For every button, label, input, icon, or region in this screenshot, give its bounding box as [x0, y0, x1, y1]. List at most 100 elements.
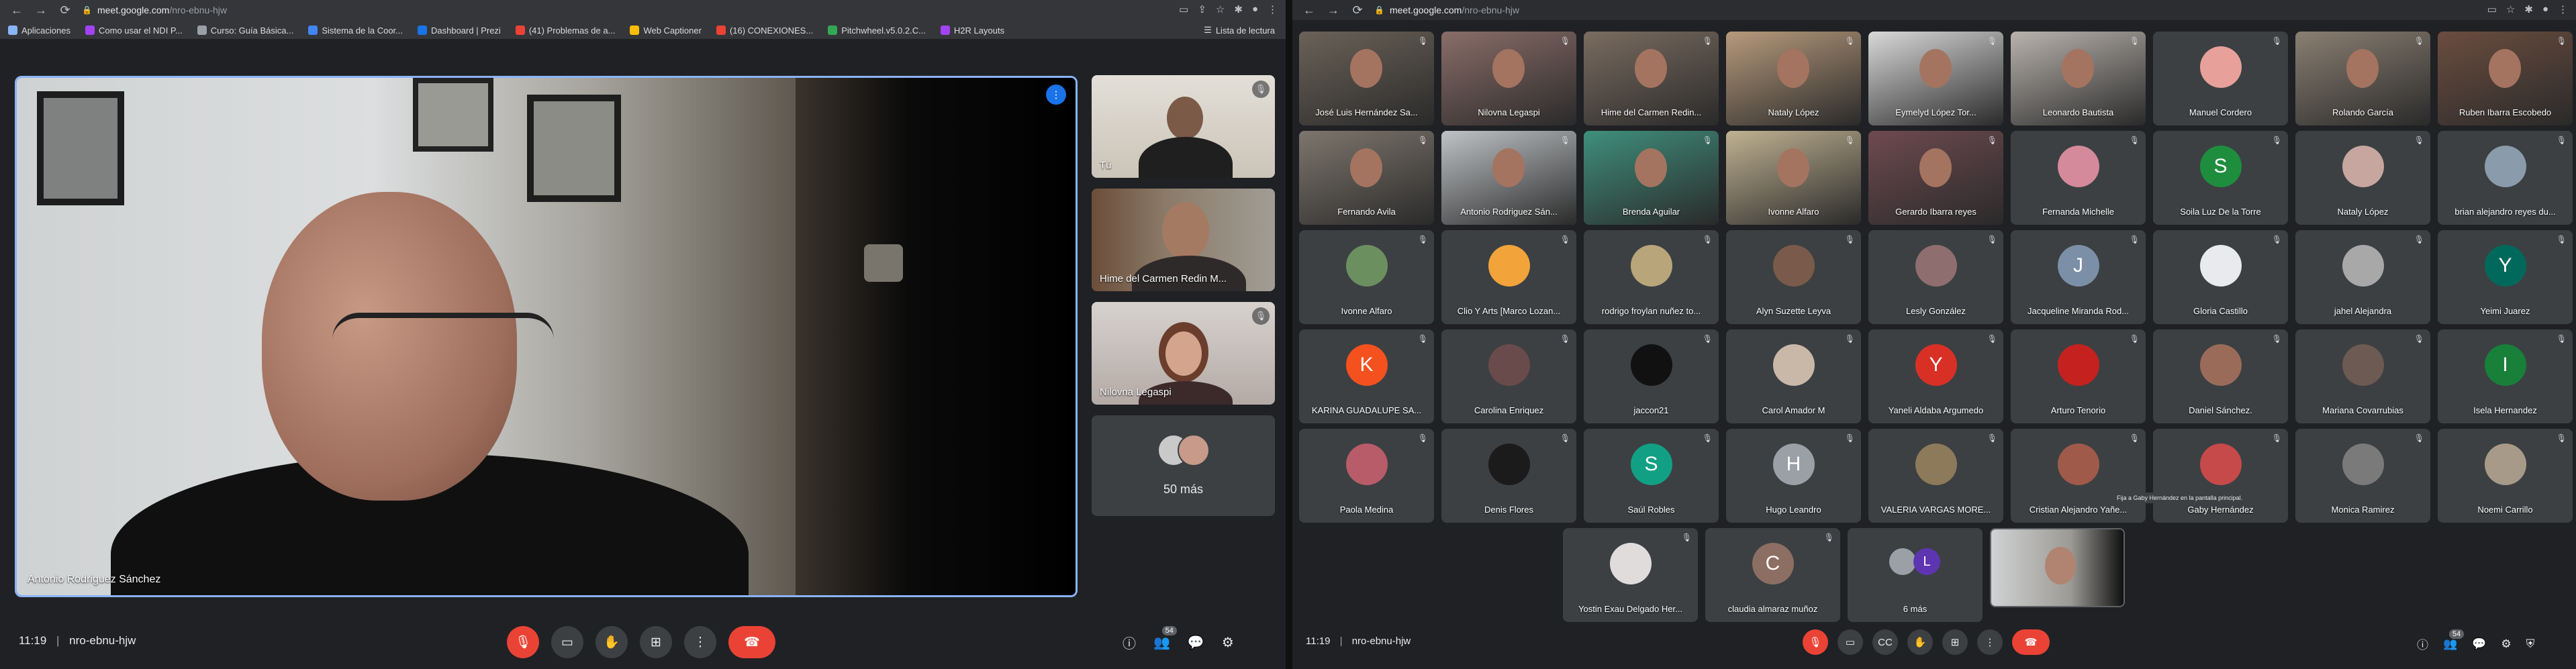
participant-tile[interactable]: 🎙 Ruben Ibarra Escobedo [2438, 32, 2573, 125]
participant-tile[interactable]: 🎙 Clio Y Arts [Marco Lozan... [1441, 230, 1576, 324]
participant-tile[interactable]: 🎙 Monica Ramirez [2295, 429, 2430, 523]
participant-tile[interactable]: 🎙 Mariana Covarrubias [2295, 329, 2430, 423]
menu-kebab-icon[interactable]: ⋮ [2558, 3, 2568, 15]
camera-indicator-icon[interactable]: ▭ [1179, 3, 1188, 15]
participant-tile[interactable]: Y 🎙 Yeimi Juarez [2438, 230, 2573, 324]
people-icon[interactable]: 👥 54 [1153, 626, 1177, 651]
participant-tile[interactable]: 🎙 Denis Flores [1441, 429, 1576, 523]
participant-tile[interactable]: 🎙 Fernando Avila [1299, 131, 1434, 225]
participant-tile[interactable]: 🎙 Manuel Cordero [2153, 32, 2288, 125]
participant-tile[interactable]: 🎙 José Luis Hernández Sa... [1299, 32, 1434, 125]
participant-tile[interactable]: 🎙 Cristian Alejandro Yañe... [2011, 429, 2146, 523]
participant-tile[interactable]: C 🎙 claudia almaraz muñoz [1705, 528, 1840, 622]
participant-tile[interactable]: 🎙 Lesly González [1868, 230, 2003, 324]
back-icon[interactable]: ← [1302, 3, 1317, 17]
people-icon[interactable]: 👥 54 [2443, 629, 2465, 651]
participant-tile[interactable]: 🎙 rodrigo froylan nuñez to... [1584, 230, 1719, 324]
more-options-button[interactable]: ⋮ [684, 626, 716, 658]
camera-button[interactable]: ▭ [1838, 629, 1863, 655]
meeting-details-icon[interactable]: ⓘ [1123, 633, 1136, 652]
side-tile-self[interactable]: 🎙 Tú [1092, 75, 1275, 178]
share-icon[interactable]: ⇪ [1198, 3, 1206, 15]
participant-tile[interactable]: 🎙 Hime del Carmen Redin... [1584, 32, 1719, 125]
participant-tile[interactable]: 🎙 jahel Alejandra [2295, 230, 2430, 324]
participant-tile[interactable]: 🎙 Eymelyd López Tor... [1868, 32, 2003, 125]
camera-button[interactable]: ▭ [551, 626, 583, 658]
more-options-button[interactable]: ⋮ [1977, 629, 2003, 655]
present-screen-button[interactable]: ⊞ [1942, 629, 1968, 655]
activities-icon[interactable]: ⚙ [2501, 637, 2511, 651]
captions-button[interactable]: CC [1872, 629, 1898, 655]
participant-tile[interactable]: 🎙 brian alejandro reyes du... [2438, 131, 2573, 225]
leave-call-button[interactable]: ☎ [2012, 629, 2050, 655]
more-participants-tile[interactable]: L 6 más [1848, 528, 1983, 622]
activities-icon[interactable]: ⚙ [1222, 634, 1234, 651]
participant-tile[interactable]: 🎙 Nataly López [2295, 131, 2430, 225]
participant-tile[interactable]: 🎙 Brenda Aguilar [1584, 131, 1719, 225]
leave-call-button[interactable]: ☎ [728, 626, 775, 658]
participant-tile[interactable]: 🎙 Nataly López [1726, 32, 1861, 125]
host-controls-icon[interactable]: ⛨ [2526, 637, 2535, 651]
side-tile-participant[interactable]: Hime del Carmen Redin M... [1092, 189, 1275, 291]
profile-avatar[interactable]: ● [1252, 3, 1258, 15]
participant-tile[interactable]: S 🎙 Saúl Robles [1584, 429, 1719, 523]
participant-tile[interactable]: 🎙 Gloria Castillo [2153, 230, 2288, 324]
extensions-icon[interactable]: ✱ [2524, 3, 2533, 15]
bookmark-item[interactable]: Curso: Guía Básica... [197, 25, 293, 36]
participant-tile[interactable]: 🎙 Carol Amador M [1726, 329, 1861, 423]
address-bar[interactable]: 🔒 meet.google.com/nro-ebnu-hjw [82, 3, 227, 17]
reload-icon[interactable]: ⟳ [1350, 3, 1365, 17]
forward-icon[interactable]: → [1326, 3, 1341, 17]
reload-icon[interactable]: ⟳ [58, 3, 73, 17]
chat-icon[interactable]: 💬 [1188, 634, 1204, 651]
participant-tile[interactable]: 🎙 Gaby Hernández [2153, 429, 2288, 523]
chat-icon[interactable]: 💬 [2472, 637, 2486, 651]
participant-tile[interactable]: H 🎙 Hugo Leandro [1726, 429, 1861, 523]
participant-tile[interactable]: 🎙 Yostin Exau Delgado Her... [1563, 528, 1698, 622]
mic-off-button[interactable]: 🎙 [507, 626, 539, 658]
meeting-details-icon[interactable]: ⓘ [2417, 635, 2428, 652]
participant-tile[interactable]: 🎙 Leonardo Bautista [2011, 32, 2146, 125]
participant-tile[interactable]: 🎙 Fernanda Michelle [2011, 131, 2146, 225]
participant-tile[interactable]: 🎙 Antonio Rodriguez Sán... [1441, 131, 1576, 225]
participant-tile[interactable]: 🎙 Rolando García [2295, 32, 2430, 125]
mic-off-button[interactable]: 🎙 [1803, 629, 1828, 655]
main-speaker-tile[interactable]: ⋮ Antonio Rodriguez Sánchez [15, 76, 1078, 597]
participant-tile[interactable]: 🎙 Alyn Suzette Leyva [1726, 230, 1861, 324]
participant-tile[interactable]: S 🎙 Soila Luz De la Torre [2153, 131, 2288, 225]
bookmark-star-icon[interactable]: ☆ [1216, 3, 1225, 15]
participant-tile[interactable]: 🎙 Paola Medina [1299, 429, 1434, 523]
menu-kebab-icon[interactable]: ⋮ [1268, 3, 1278, 15]
bookmark-item[interactable]: Pitchwheel.v5.0.2.C... [828, 25, 926, 36]
participant-tile[interactable]: 🎙 Ivonne Alfaro [1299, 230, 1434, 324]
address-bar[interactable]: 🔒 meet.google.com/nro-ebnu-hjw [1374, 3, 1519, 17]
bookmark-item[interactable]: Dashboard | Prezi [418, 25, 501, 36]
present-screen-button[interactable]: ⊞ [640, 626, 672, 658]
self-preview-tile[interactable] [1990, 528, 2125, 607]
more-participants-tile[interactable]: 50 más [1092, 415, 1275, 516]
forward-icon[interactable]: → [34, 3, 48, 17]
bookmark-item[interactable]: (41) Problemas de a... [515, 25, 615, 36]
participant-tile[interactable]: 🎙 Arturo Tenorio [2011, 329, 2146, 423]
participant-tile[interactable]: 🎙 Gerardo Ibarra reyes [1868, 131, 2003, 225]
participant-tile[interactable]: I 🎙 Isela Hernandez [2438, 329, 2573, 423]
participant-tile[interactable]: 🎙 Nilovna Legaspi [1441, 32, 1576, 125]
raise-hand-button[interactable]: ✋ [595, 626, 628, 658]
participant-tile[interactable]: 🎙 VALERIA VARGAS MORE... [1868, 429, 2003, 523]
bookmark-item[interactable]: (16) CONEXIONES... [716, 25, 813, 36]
participant-tile[interactable]: J 🎙 Jacqueline Miranda Rod... [2011, 230, 2146, 324]
extensions-icon[interactable]: ✱ [1234, 3, 1243, 15]
profile-avatar[interactable]: ● [2542, 3, 2548, 15]
side-tile-participant[interactable]: 🎙 Nilovna Legaspi [1092, 302, 1275, 405]
bookmark-star-icon[interactable]: ☆ [2506, 3, 2515, 15]
camera-indicator-icon[interactable]: ▭ [2487, 3, 2497, 15]
participant-tile[interactable]: 🎙 Daniel Sánchez. [2153, 329, 2288, 423]
participant-tile[interactable]: Y 🎙 Yaneli Aldaba Argumedo [1868, 329, 2003, 423]
raise-hand-button[interactable]: ✋ [1907, 629, 1933, 655]
participant-tile[interactable]: 🎙 Noemi Carrillo [2438, 429, 2573, 523]
bookmark-item[interactable]: Como usar el NDI P... [85, 25, 183, 36]
bookmark-item[interactable]: Aplicaciones [8, 25, 70, 36]
bookmark-item[interactable]: Web Captioner [630, 25, 702, 36]
reading-list-button[interactable]: ☰ Lista de lectura [1204, 21, 1275, 39]
back-icon[interactable]: ← [9, 3, 24, 17]
